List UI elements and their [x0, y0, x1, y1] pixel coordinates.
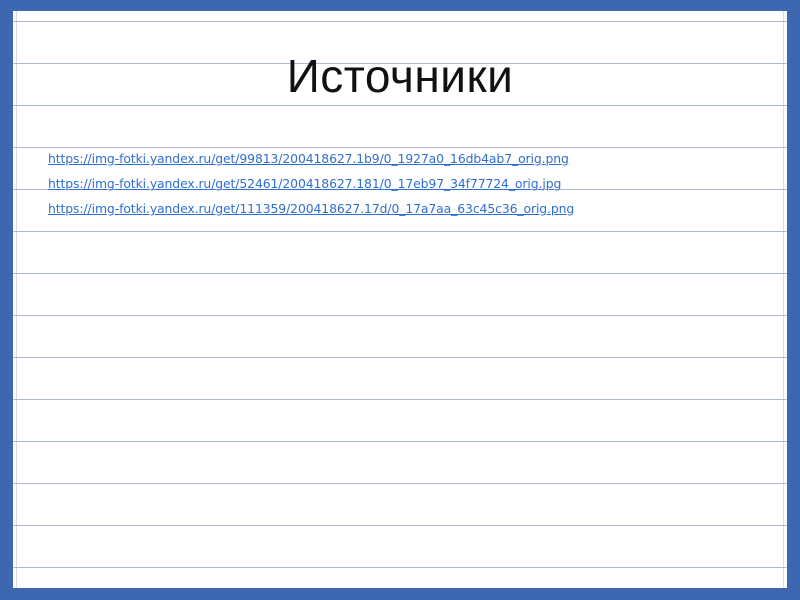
- ruled-line: [13, 441, 787, 442]
- ruled-line: [13, 231, 787, 232]
- slide-frame: Источники https://img-fotki.yandex.ru/ge…: [0, 0, 800, 600]
- ruled-line: [13, 315, 787, 316]
- ruled-line: [13, 399, 787, 400]
- source-link-3[interactable]: https://img-fotki.yandex.ru/get/111359/2…: [48, 201, 574, 216]
- ruled-line: [13, 273, 787, 274]
- ruled-line: [13, 483, 787, 484]
- list-item: https://img-fotki.yandex.ru/get/111359/2…: [48, 195, 574, 220]
- ruled-line: [13, 525, 787, 526]
- sources-list: https://img-fotki.yandex.ru/get/99813/20…: [48, 145, 574, 220]
- slide-title: Источники: [286, 50, 514, 102]
- ruled-line: [13, 21, 787, 22]
- list-item: https://img-fotki.yandex.ru/get/99813/20…: [48, 145, 574, 170]
- ruled-line: [13, 105, 787, 106]
- source-link-1[interactable]: https://img-fotki.yandex.ru/get/99813/20…: [48, 151, 569, 166]
- list-item: https://img-fotki.yandex.ru/get/52461/20…: [48, 170, 574, 195]
- lined-paper: Источники https://img-fotki.yandex.ru/ge…: [13, 11, 787, 588]
- ruled-line: [13, 357, 787, 358]
- source-link-2[interactable]: https://img-fotki.yandex.ru/get/52461/20…: [48, 176, 561, 191]
- ruled-line: [13, 567, 787, 568]
